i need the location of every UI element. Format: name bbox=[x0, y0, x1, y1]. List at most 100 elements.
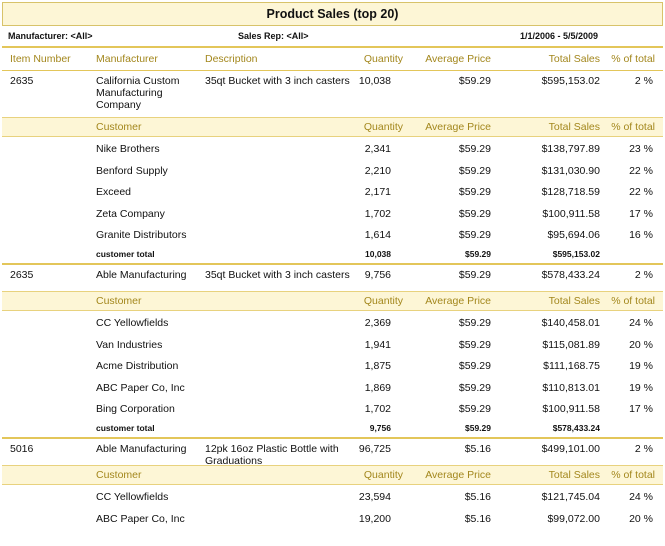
customer-name: Bing Corporation bbox=[96, 403, 175, 416]
customer-total-sales: $115,081.89 bbox=[542, 338, 600, 351]
customer-name: Acme Distribution bbox=[96, 360, 179, 373]
customer-name: Nike Brothers bbox=[96, 143, 160, 155]
quantity: 96,725 bbox=[358, 442, 391, 455]
customer-average-price: $59.29 bbox=[458, 186, 491, 199]
customer-average-price: $59.29 bbox=[458, 381, 491, 394]
customer-name: CC Yellowfields bbox=[96, 490, 169, 503]
quantity: 9,756 bbox=[364, 268, 391, 281]
customer-row: CC Yellowfields 2,369 $59.29 $140,458.01 24 … bbox=[2, 311, 663, 333]
customer-name: Van Industries bbox=[96, 338, 163, 351]
customer-average-price: $59.29 bbox=[458, 338, 491, 351]
customer-pct: 24 % bbox=[629, 316, 653, 329]
customer-total-sales: $95,694.06 bbox=[547, 229, 600, 242]
customer-pct: 19 % bbox=[629, 360, 653, 373]
col-quantity: Quantity bbox=[363, 53, 403, 65]
customer-total-sales: $578,433.24 bbox=[552, 422, 600, 433]
customer-total-label: customer total bbox=[96, 422, 155, 433]
customer-pct: 22 % bbox=[629, 186, 653, 199]
customer-pct: 17 % bbox=[629, 207, 653, 220]
customer-name: ABC Paper Co, Inc bbox=[96, 512, 185, 525]
col-customer: Customer bbox=[96, 121, 142, 133]
col-item-number: Item Number bbox=[10, 53, 71, 65]
customer-pct: 19 % bbox=[629, 381, 653, 394]
col-customer: Customer bbox=[96, 294, 142, 307]
customer-row: Zeta Company 1,702 $59.29 $100,911.58 17 % bbox=[2, 202, 663, 224]
customer-quantity: 1,941 bbox=[364, 338, 391, 351]
customer-name: Granite Distributors bbox=[96, 229, 187, 242]
col-customer-quantity: Quantity bbox=[363, 294, 403, 307]
customer-quantity: 2,210 bbox=[364, 164, 391, 177]
customer-total-average-price: $59.29 bbox=[465, 248, 491, 259]
customer-pct: 20 % bbox=[629, 512, 653, 525]
customer-total-label: customer total bbox=[96, 248, 155, 259]
customer-quantity: 2,341 bbox=[364, 143, 391, 155]
customer-quantity: 1,702 bbox=[364, 207, 391, 220]
col-description: Description bbox=[205, 53, 258, 65]
col-customer-quantity: Quantity bbox=[363, 121, 403, 133]
col-customer-total-sales: Total Sales bbox=[548, 468, 600, 481]
product-row: 2635 Able Manufacturing 35qt Bucket with 3… bbox=[2, 265, 663, 291]
col-customer-average-price: Average Price bbox=[425, 121, 491, 133]
col-customer-total-sales: Total Sales bbox=[548, 121, 600, 133]
column-header-row: Item Number Manufacturer Description Qua… bbox=[2, 48, 663, 70]
customer-total-sales: $140,458.01 bbox=[541, 316, 600, 329]
customer-row: Van Industries 1,941 $59.29 $115,081.89 20 % bbox=[2, 333, 663, 355]
customer-row: Nike Brothers 2,341 $59.29 $138,797.89 23 % bbox=[2, 137, 663, 159]
customer-row: Bing Corporation 1,702 $59.29 $100,911.58 17… bbox=[2, 397, 663, 419]
customer-header-row: Customer Quantity Average Price Total Sales… bbox=[2, 464, 663, 485]
average-price: $59.29 bbox=[458, 75, 491, 87]
customer-name: ABC Paper Co, Inc bbox=[96, 381, 185, 394]
item-number: 5016 bbox=[10, 442, 34, 455]
customer-total-quantity: 9,756 bbox=[369, 422, 391, 433]
customer-pct: 16 % bbox=[629, 229, 653, 242]
customer-total-quantity: 10,038 bbox=[365, 248, 391, 259]
customer-pct: 20 % bbox=[629, 338, 653, 351]
customer-average-price: $59.29 bbox=[458, 229, 491, 242]
customer-quantity: 1,869 bbox=[364, 381, 391, 394]
col-customer-pct: % of total bbox=[611, 121, 655, 133]
report-title: Product Sales (top 20) bbox=[2, 2, 663, 26]
customer-total-sales: $99,072.00 bbox=[547, 512, 600, 525]
customer-quantity: 1,702 bbox=[364, 403, 391, 416]
customer-quantity: 1,614 bbox=[364, 229, 391, 242]
col-customer-quantity: Quantity bbox=[363, 468, 403, 481]
customer-total-sales: $121,745.04 bbox=[541, 490, 600, 503]
customer-average-price: $59.29 bbox=[458, 164, 491, 177]
customer-total-sales: $100,911.58 bbox=[542, 207, 600, 220]
col-customer-total-sales: Total Sales bbox=[548, 294, 600, 307]
customer-average-price: $59.29 bbox=[458, 143, 491, 155]
customer-name: Benford Supply bbox=[96, 164, 168, 177]
customer-total-sales: $128,718.59 bbox=[541, 186, 600, 199]
item-number: 2635 bbox=[10, 75, 34, 87]
customer-quantity: 2,171 bbox=[364, 186, 391, 199]
customer-average-price: $59.29 bbox=[458, 207, 491, 220]
customer-name: Zeta Company bbox=[96, 207, 165, 220]
quantity: 10,038 bbox=[358, 75, 391, 87]
customer-total-sales: $131,030.90 bbox=[541, 164, 600, 177]
customer-pct: 17 % bbox=[629, 403, 653, 416]
customer-total-row: customer total 9,756 $59.29 $578,433.24 bbox=[2, 419, 663, 437]
customer-average-price: $59.29 bbox=[458, 403, 491, 416]
customer-pct: 24 % bbox=[629, 490, 653, 503]
customer-row: Exceed 2,171 $59.29 $128,718.59 22 % bbox=[2, 180, 663, 202]
customer-average-price: $59.29 bbox=[458, 316, 491, 329]
customer-quantity: 2,369 bbox=[364, 316, 391, 329]
product-sales-report: Product Sales (top 20) Manufacturer: <Al… bbox=[2, 2, 663, 528]
description: 35qt Bucket with 3 inch casters bbox=[205, 75, 350, 87]
description: 35qt Bucket with 3 inch casters bbox=[205, 268, 350, 281]
customer-name: CC Yellowfields bbox=[96, 316, 169, 329]
col-customer-average-price: Average Price bbox=[425, 294, 491, 307]
manufacturer: California Custom Manufacturing Company bbox=[96, 75, 180, 111]
description: 12pk 16oz Plastic Bottle with Graduation… bbox=[205, 442, 339, 467]
customer-row: Benford Supply 2,210 $59.29 $131,030.90 22 % bbox=[2, 159, 663, 181]
product-list: 2635 California Custom Manufacturing Comp… bbox=[2, 71, 663, 528]
manufacturer-filter: Manufacturer: <All> bbox=[8, 31, 93, 41]
col-pct-total: % of total bbox=[611, 53, 655, 65]
product-row: 5016 Able Manufacturing 12pk 16oz Plastic … bbox=[2, 439, 663, 467]
customer-header-row: Customer Quantity Average Price Total Sales… bbox=[2, 290, 663, 311]
pct-total: 2 % bbox=[634, 268, 653, 281]
customer-average-price: $5.16 bbox=[464, 490, 491, 503]
col-manufacturer: Manufacturer bbox=[96, 53, 158, 65]
customer-row: ABC Paper Co, Inc 19,200 $5.16 $99,072.00 20… bbox=[2, 507, 663, 529]
total-sales: $578,433.24 bbox=[541, 268, 600, 281]
